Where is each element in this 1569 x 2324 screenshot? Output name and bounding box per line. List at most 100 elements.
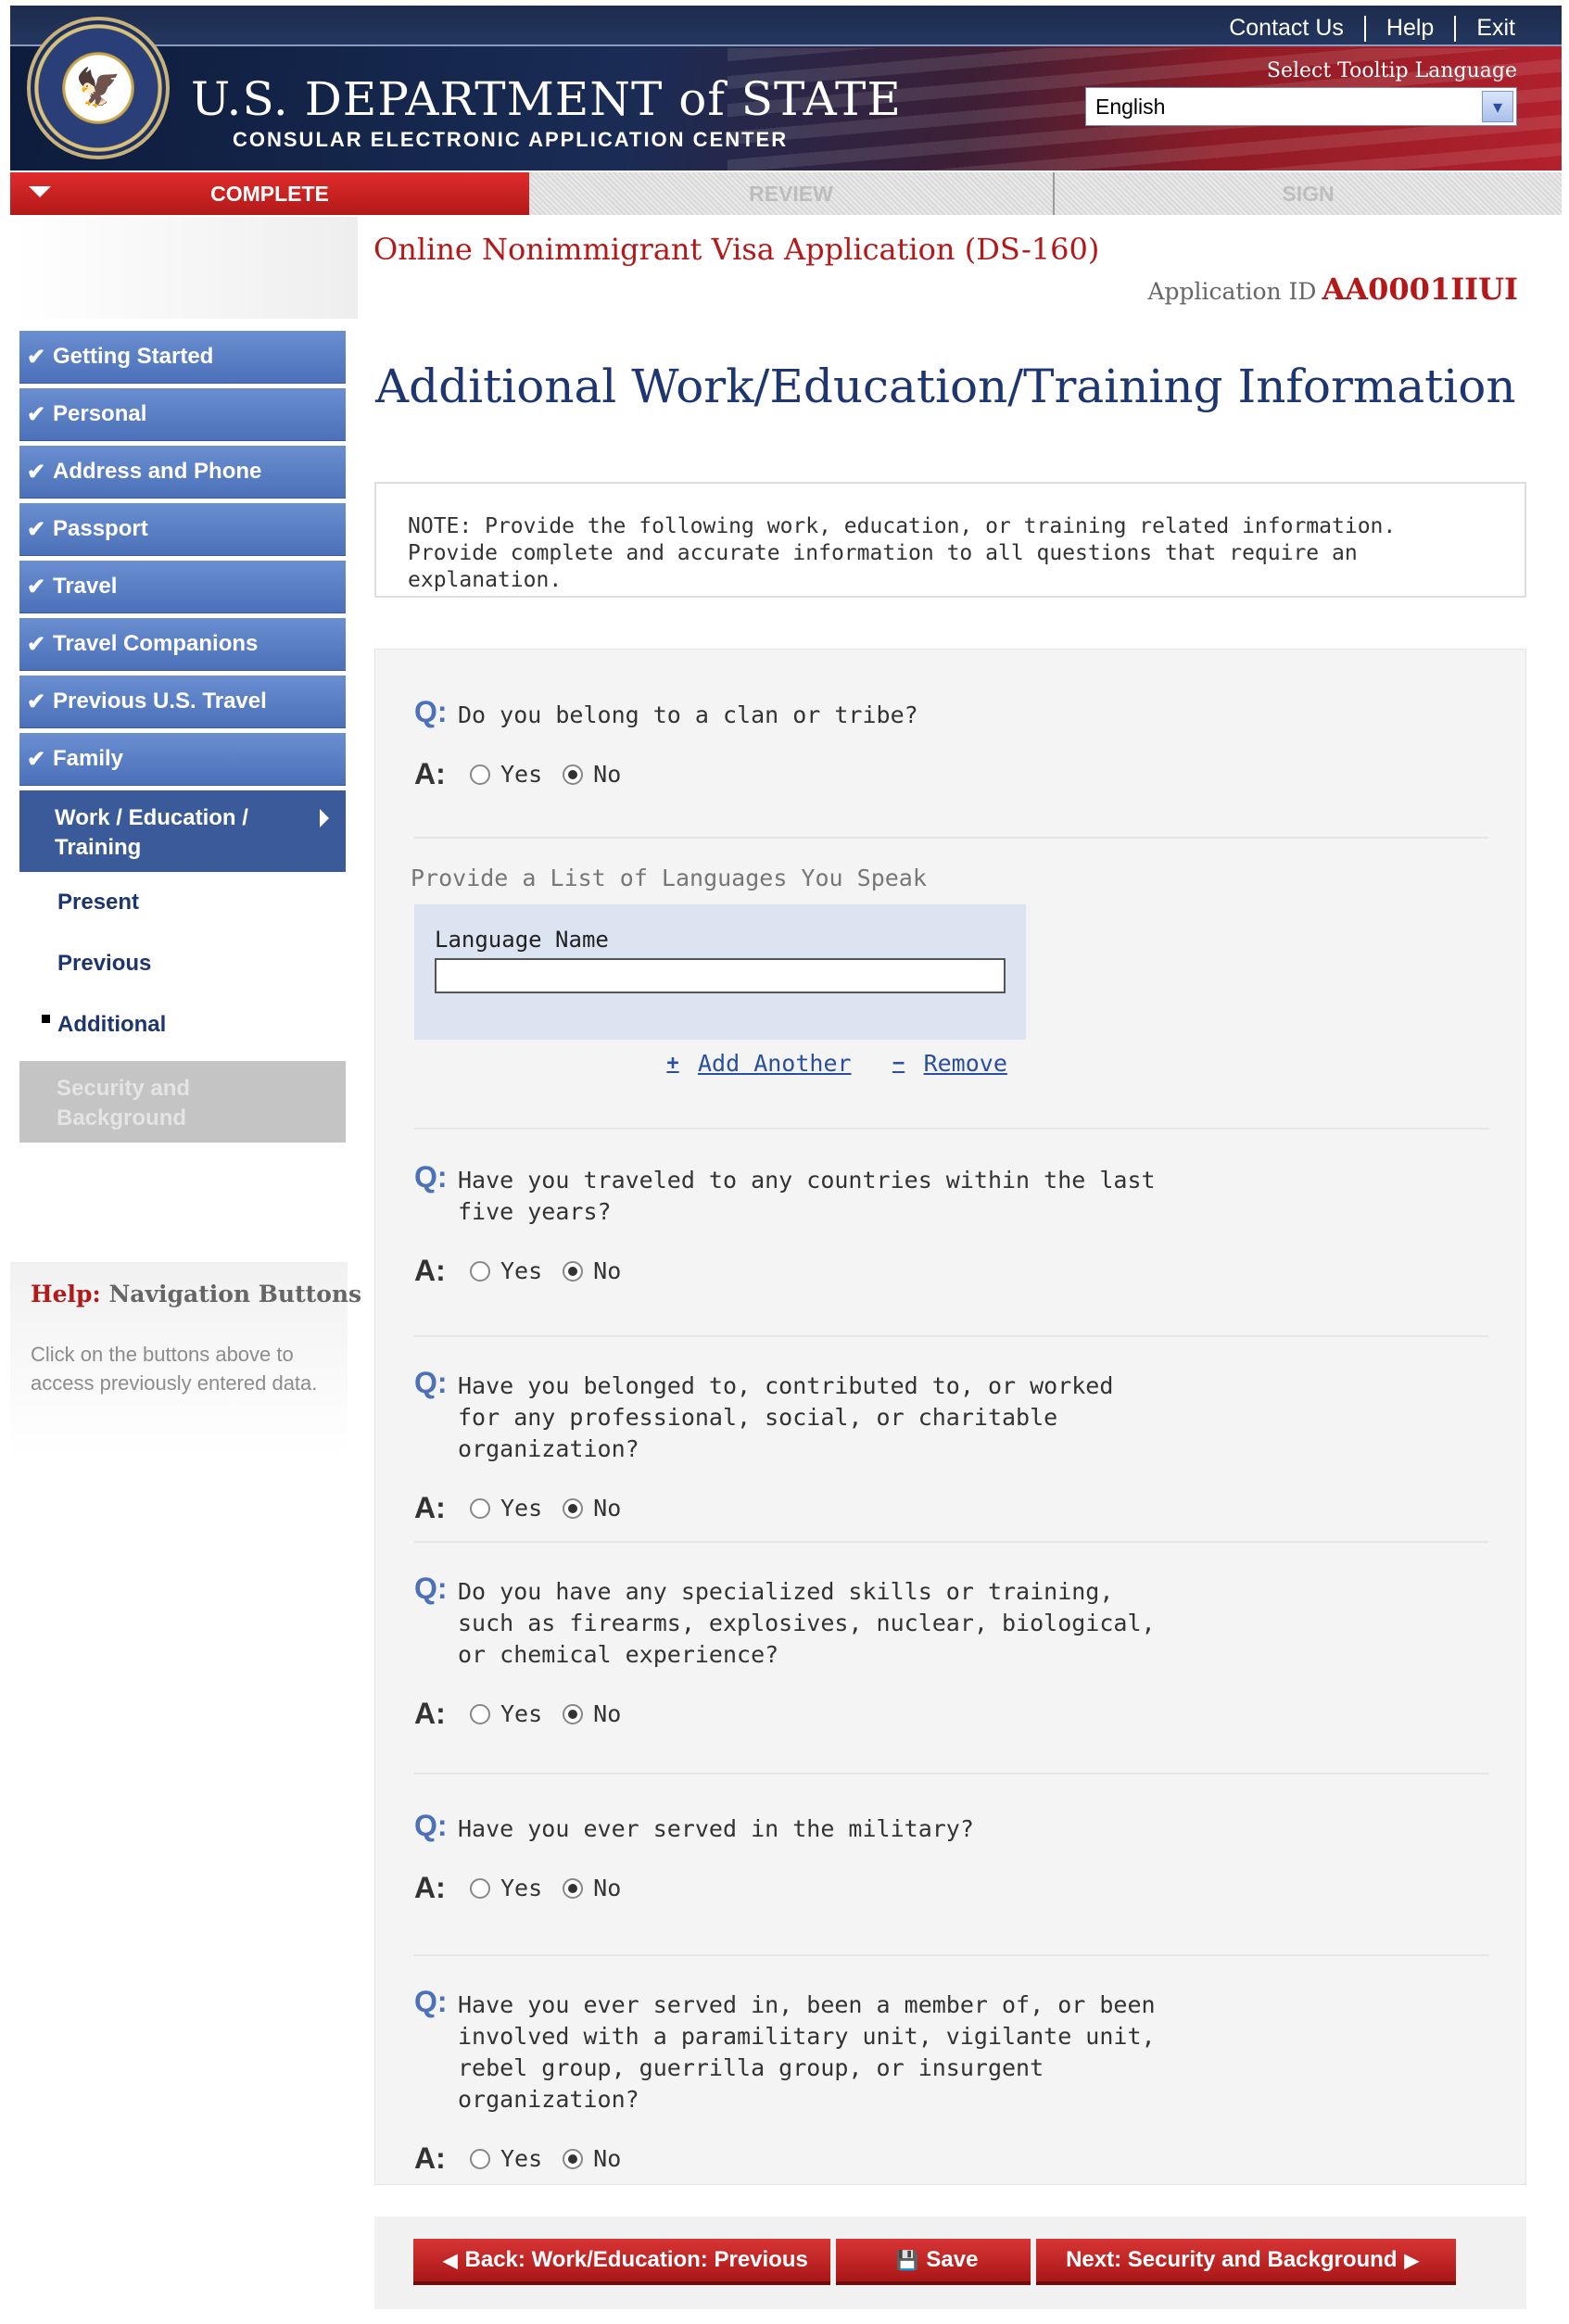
radio-label: No (593, 1700, 622, 1727)
sidebar-item-travel-companions[interactable]: ✔ Travel Companions (19, 618, 346, 671)
languages-section-label: Provide a List of Languages You Speak (411, 865, 927, 891)
step-sign: SIGN (1055, 172, 1562, 215)
sidebar-subitem-label: Present (57, 890, 140, 915)
divider (414, 1541, 1489, 1543)
question-paramilitary: Q: Have you ever served in, been a member… (414, 1986, 1489, 2176)
sidebar-item-label: Passport (53, 516, 148, 541)
check-icon: ✔ (27, 746, 46, 772)
radio-checked-icon[interactable] (563, 1497, 584, 1519)
divider (414, 1128, 1489, 1130)
radio-unchecked-icon[interactable] (470, 1703, 490, 1724)
radio-unchecked-icon[interactable] (470, 764, 490, 785)
yes-radio[interactable]: Yes (470, 1257, 542, 1284)
sidebar-item-getting-started[interactable]: ✔ Getting Started (19, 331, 346, 384)
sidebar-item-family[interactable]: ✔ Family (19, 733, 346, 786)
question-label: Q: (414, 1160, 448, 1194)
remove-label: Remove (923, 1050, 1007, 1077)
question-text: Do you belong to a clan or tribe? (458, 701, 918, 728)
add-another-link[interactable]: + Add Another (663, 1050, 851, 1077)
page-title: Additional Work/Education/Training Infor… (375, 360, 1516, 413)
question-military-service: Q: Have you ever served in the military? … (414, 1810, 1489, 1905)
department-title: U.S. DEPARTMENT of STATE (191, 72, 902, 126)
no-radio[interactable]: No (563, 2145, 621, 2172)
chevron-down-icon[interactable]: ▾ (1482, 91, 1513, 122)
application-id-value: AA0001IIUI (1322, 272, 1518, 307)
language-name-input[interactable] (435, 958, 1006, 993)
help-link[interactable]: Help (1366, 15, 1454, 42)
help-label: Help: (31, 1281, 101, 1307)
question-text: Have you traveled to any countries withi… (458, 1167, 1156, 1225)
radio-label: No (593, 2145, 622, 2172)
help-title: Help: Navigation Buttons (31, 1281, 361, 1307)
remove-link[interactable]: − Remove (889, 1050, 1007, 1077)
no-radio[interactable]: No (563, 1700, 621, 1727)
back-button[interactable]: ◀ Back: Work/Education: Previous (413, 2239, 830, 2285)
sidebar-subitem-previous[interactable]: Previous (19, 933, 346, 994)
yes-radio[interactable]: Yes (470, 1495, 542, 1522)
sidebar-subitem-additional[interactable]: Additional (19, 994, 346, 1055)
question-label: Q: (414, 1809, 448, 1842)
sidebar-item-previous-us-travel[interactable]: ✔ Previous U.S. Travel (19, 676, 346, 728)
state-department-seal-icon: 🦅 (27, 17, 170, 159)
language-actions: + Add Another − Remove (663, 1050, 1007, 1077)
no-radio[interactable]: No (563, 1257, 621, 1284)
radio-checked-icon[interactable] (563, 764, 584, 785)
step-complete[interactable]: COMPLETE (10, 172, 529, 215)
sidebar-item-label: Security and (57, 1076, 191, 1101)
no-radio[interactable]: No (563, 761, 621, 788)
exit-link[interactable]: Exit (1456, 15, 1536, 42)
check-icon: ✔ (27, 516, 46, 542)
radio-label: No (593, 761, 622, 788)
question-label: Q: (414, 695, 448, 728)
sidebar-item-travel[interactable]: ✔ Travel (19, 561, 346, 613)
no-radio[interactable]: No (563, 1495, 621, 1522)
radio-checked-icon[interactable] (563, 1877, 584, 1899)
sidebar-item-label: Previous U.S. Travel (53, 688, 267, 714)
navigation-buttons: ◀ Back: Work/Education: Previous 💾 Save Ne… (374, 2217, 1526, 2309)
step-review: REVIEW (529, 172, 1055, 215)
radio-unchecked-icon[interactable] (470, 1260, 490, 1282)
yes-radio[interactable]: Yes (470, 1875, 542, 1901)
sidebar-item-passport[interactable]: ✔ Passport (19, 503, 346, 556)
sidebar-item-work-education-training[interactable]: Work / Education / Training (19, 790, 346, 872)
tooltip-language-select[interactable]: English ▾ (1085, 87, 1517, 126)
floppy-disk-icon: 💾 (895, 2250, 919, 2271)
step-review-label: REVIEW (749, 181, 833, 206)
application-id-label: Application ID (1147, 278, 1317, 305)
sidebar-subitem-present[interactable]: Present (19, 872, 346, 933)
chevron-right-icon: ▶ (1404, 2250, 1419, 2271)
radio-label: Yes (500, 2145, 543, 2172)
radio-checked-icon[interactable] (563, 1703, 584, 1724)
department-subtitle: CONSULAR ELECTRONIC APPLICATION CENTER (233, 128, 789, 151)
radio-unchecked-icon[interactable] (470, 2148, 490, 2169)
save-button-label: Save (926, 2247, 979, 2272)
radio-checked-icon[interactable] (563, 2148, 584, 2169)
sidebar-top-fade (10, 217, 358, 319)
sidebar-item-address-and-phone[interactable]: ✔ Address and Phone (19, 446, 346, 499)
sidebar-item-label: Background (57, 1105, 187, 1130)
yes-radio[interactable]: Yes (470, 1700, 542, 1727)
next-button[interactable]: Next: Security and Background ▶ (1036, 2239, 1456, 2285)
radio-unchecked-icon[interactable] (470, 1497, 490, 1519)
check-icon: ✔ (27, 574, 46, 600)
sidebar-item-label: Training (55, 835, 142, 860)
caret-down-icon (29, 186, 51, 197)
step-sign-label: SIGN (1282, 181, 1335, 206)
radio-checked-icon[interactable] (563, 1260, 584, 1282)
step-complete-label: COMPLETE (210, 181, 329, 206)
question-clan-tribe: Q: Do you belong to a clan or tribe? A: Y… (414, 696, 1489, 791)
yes-radio[interactable]: Yes (470, 761, 542, 788)
back-button-label: Back: Work/Education: Previous (464, 2247, 808, 2272)
sidebar-item-label: Travel (53, 574, 118, 599)
radio-unchecked-icon[interactable] (470, 1877, 490, 1899)
question-text: Do you have any specialized skills or tr… (458, 1578, 1156, 1668)
yes-radio[interactable]: Yes (470, 2145, 542, 2172)
no-radio[interactable]: No (563, 1875, 621, 1901)
divider (414, 1954, 1489, 1956)
sidebar-item-personal[interactable]: ✔ Personal (19, 388, 346, 441)
selected-language: English (1095, 94, 1166, 119)
contact-us-link[interactable]: Contact Us (1208, 15, 1364, 42)
save-button[interactable]: 💾 Save (836, 2239, 1031, 2285)
divider (414, 1773, 1489, 1775)
language-name-label: Language Name (435, 927, 609, 953)
